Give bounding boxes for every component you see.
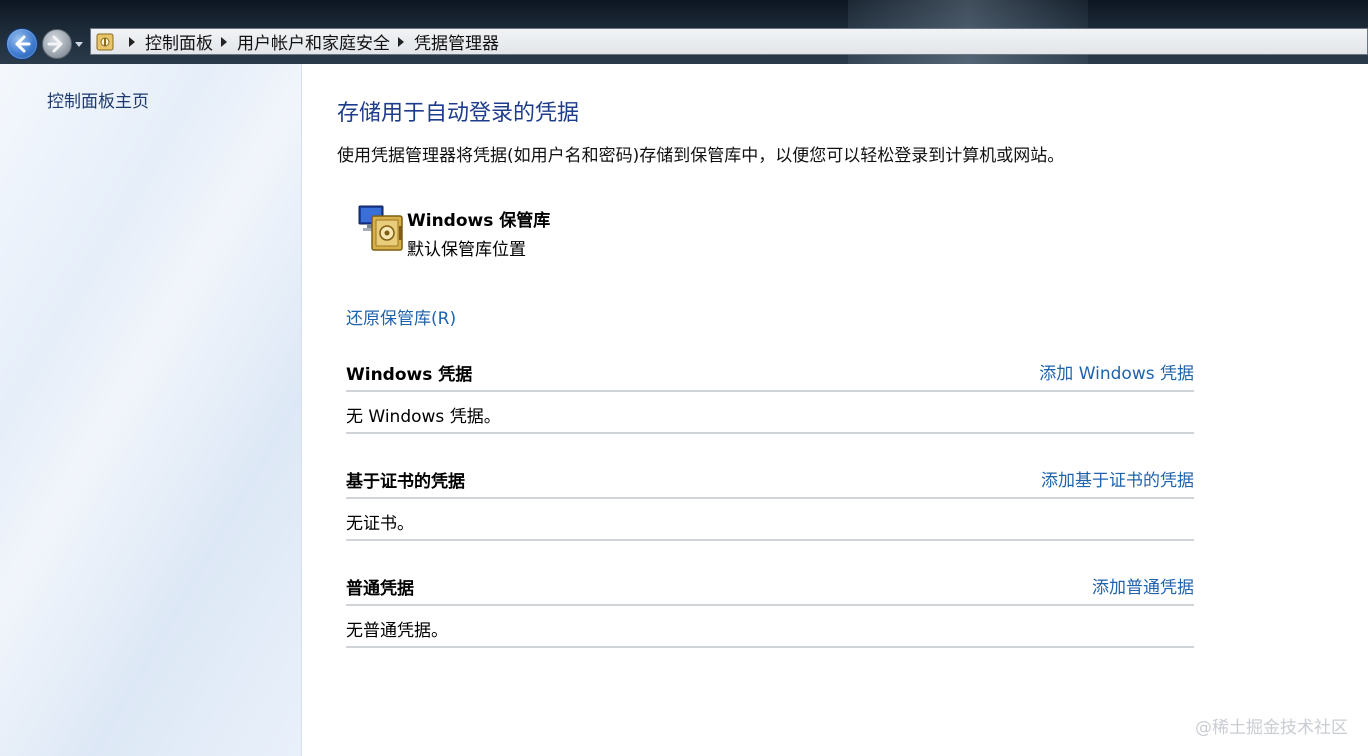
section-header: 普通凭据 添加普通凭据: [346, 572, 1194, 606]
certificate-credentials-section: 基于证书的凭据 添加基于证书的凭据 无证书。: [346, 465, 1194, 541]
add-windows-credential-link[interactable]: 添加 Windows 凭据: [1039, 359, 1194, 384]
windows-credentials-section: Windows 凭据 添加 Windows 凭据 无 Windows 凭据。: [346, 358, 1194, 434]
forward-button[interactable]: [42, 29, 72, 59]
breadcrumb-separator-icon[interactable]: [129, 36, 135, 47]
section-body: 无证书。: [346, 499, 1194, 541]
breadcrumb-label[interactable]: 用户帐户和家庭安全: [237, 29, 390, 54]
page-description: 使用凭据管理器将凭据(如用户名和密码)存储到保管库中，以便您可以轻松登录到计算机…: [337, 146, 1065, 166]
breadcrumb-item-credential-manager[interactable]: 凭据管理器: [390, 29, 499, 54]
section-title: Windows 凭据: [346, 365, 473, 385]
add-certificate-credential-link[interactable]: 添加基于证书的凭据: [1041, 466, 1194, 491]
breadcrumb-item-control-panel[interactable]: 控制面板: [121, 29, 213, 54]
breadcrumb-item-user-accounts[interactable]: 用户帐户和家庭安全: [213, 29, 390, 54]
breadcrumb-separator-icon[interactable]: [221, 36, 227, 47]
main-content: 存储用于自动登录的凭据 使用凭据管理器将凭据(如用户名和密码)存储到保管库中，以…: [302, 64, 1368, 756]
section-empty-text: 无 Windows 凭据。: [346, 407, 501, 427]
breadcrumb-label[interactable]: 凭据管理器: [414, 29, 499, 54]
control-panel-icon: [96, 33, 114, 50]
section-header: 基于证书的凭据 添加基于证书的凭据: [346, 465, 1194, 499]
section-empty-text: 无证书。: [346, 514, 414, 534]
section-empty-text: 无普通凭据。: [346, 621, 448, 641]
section-header: Windows 凭据 添加 Windows 凭据: [346, 358, 1194, 392]
watermark: @稀土掘金技术社区: [1195, 718, 1348, 738]
recent-pages-dropdown-icon[interactable]: [73, 38, 85, 50]
control-panel-home-link[interactable]: 控制面板主页: [47, 87, 149, 112]
breadcrumb-label[interactable]: 控制面板: [145, 29, 213, 54]
windows-vault: Windows 保管库 默认保管库位置: [355, 202, 550, 260]
breadcrumb-separator-icon[interactable]: [398, 36, 404, 47]
section-title: 普通凭据: [346, 579, 414, 599]
address-bar[interactable]: 控制面板 用户帐户和家庭安全 凭据管理器: [90, 28, 1368, 55]
section-body: 无普通凭据。: [346, 606, 1194, 648]
forward-arrow-icon: [47, 35, 63, 53]
generic-credentials-section: 普通凭据 添加普通凭据 无普通凭据。: [346, 572, 1194, 648]
left-navigation-pane: 控制面板主页: [0, 64, 302, 756]
section-body: 无 Windows 凭据。: [346, 392, 1194, 434]
add-generic-credential-link[interactable]: 添加普通凭据: [1092, 573, 1194, 598]
page-title: 存储用于自动登录的凭据: [337, 101, 580, 126]
vault-icon: [358, 205, 403, 251]
vault-location: 默认保管库位置: [407, 240, 526, 260]
back-arrow-icon: [15, 35, 31, 53]
vault-text: Windows 保管库 默认保管库位置: [407, 206, 550, 260]
section-title: 基于证书的凭据: [346, 472, 465, 492]
back-button[interactable]: [6, 28, 38, 60]
navigation-bar: 控制面板 用户帐户和家庭安全 凭据管理器: [0, 0, 1368, 64]
restore-vault-link[interactable]: 还原保管库(R): [346, 304, 456, 329]
credential-manager-window: 控制面板 用户帐户和家庭安全 凭据管理器 控制面板主页 存储用于自动登录的凭据 …: [0, 0, 1368, 756]
vault-name: Windows 保管库: [407, 211, 551, 231]
